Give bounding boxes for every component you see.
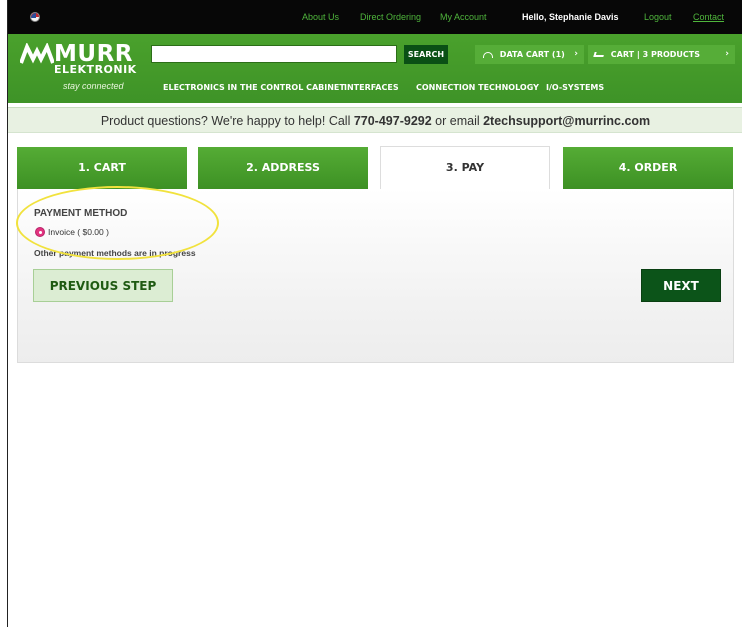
- cart-icon: [593, 52, 605, 57]
- contact-link[interactable]: Contact: [693, 12, 724, 22]
- nav-connection-technology[interactable]: CONNECTION TECHNOLOGY: [416, 83, 539, 92]
- support-phone[interactable]: 770-497-9292: [354, 114, 432, 128]
- data-cart-button[interactable]: DATA CART (1) ›: [475, 45, 584, 64]
- step-pay[interactable]: 3. PAY: [380, 146, 550, 192]
- step-address[interactable]: 2. ADDRESS: [198, 147, 368, 189]
- previous-step-button[interactable]: PREVIOUS STEP: [33, 269, 173, 302]
- search-button[interactable]: SEARCH: [404, 45, 448, 64]
- highlight-ellipse: [16, 186, 219, 260]
- nav-interfaces[interactable]: INTERFACES: [344, 83, 399, 92]
- about-us-link[interactable]: About Us: [302, 12, 339, 22]
- support-text: Product questions? We're happy to help! …: [100, 114, 354, 128]
- step-cart[interactable]: 1. CART: [17, 147, 187, 189]
- user-greeting: Hello, Stephanie Davis: [522, 12, 619, 22]
- murr-logo[interactable]: MURR ELEKTRONIK stay connected: [20, 41, 140, 99]
- chevron-right-icon: ›: [725, 49, 729, 59]
- chevron-right-icon: ›: [574, 49, 578, 59]
- logout-link[interactable]: Logout: [644, 12, 672, 22]
- next-button[interactable]: NEXT: [641, 269, 721, 302]
- cart-button[interactable]: CART | 3 PRODUCTS ›: [588, 45, 735, 64]
- support-text-middle: or email: [431, 114, 484, 128]
- us-flag-icon[interactable]: [30, 12, 40, 22]
- nav-electronics-in-control-cabinet[interactable]: ELECTRONICS IN THE CONTROL CABINET: [163, 83, 345, 92]
- support-banner: Product questions? We're happy to help! …: [8, 107, 742, 133]
- my-account-link[interactable]: My Account: [440, 12, 487, 22]
- site-header: MURR ELEKTRONIK stay connected SEARCH DA…: [8, 34, 742, 103]
- direct-ordering-link[interactable]: Direct Ordering: [360, 12, 421, 22]
- support-email[interactable]: 2techsupport@murrinc.com: [483, 114, 650, 128]
- nav-io-systems[interactable]: I/O-SYSTEMS: [546, 83, 604, 92]
- step-order[interactable]: 4. ORDER: [563, 147, 733, 189]
- logo-tagline: stay connected: [63, 81, 124, 91]
- search-input[interactable]: [151, 45, 397, 63]
- cart-label: CART | 3 PRODUCTS: [610, 50, 701, 59]
- browser-viewport: About Us Direct Ordering My Account Hell…: [7, 0, 742, 627]
- murr-logo-icon: [20, 43, 54, 64]
- top-bar: About Us Direct Ordering My Account Hell…: [8, 0, 742, 34]
- dashboard-icon: [483, 51, 493, 58]
- data-cart-label: DATA CART (1): [499, 50, 565, 59]
- logo-text-elektronik: ELEKTRONIK: [54, 63, 137, 76]
